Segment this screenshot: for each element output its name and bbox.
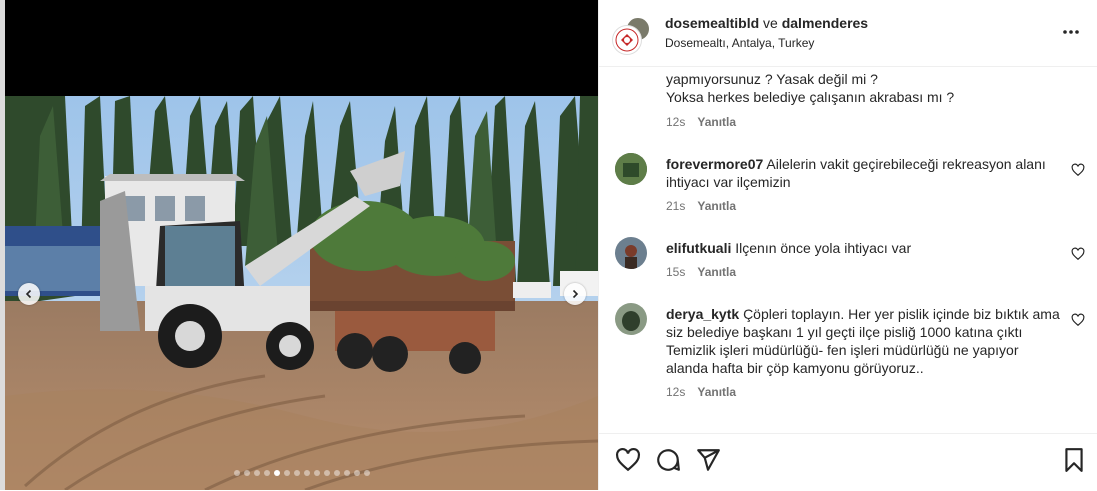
carousel-dot	[283, 470, 290, 476]
chevron-right-icon	[572, 289, 579, 299]
reply-button[interactable]: Yanıtla	[697, 115, 736, 129]
avatar-dosemealtibld[interactable]	[613, 26, 641, 54]
share-icon[interactable]	[695, 447, 721, 473]
comments-panel: dosemealtibld ve dalmenderes Dosemealtı,…	[598, 0, 1097, 490]
carousel-dot	[303, 470, 310, 476]
post-authors: dosemealtibld ve dalmenderes	[665, 15, 868, 31]
heart-icon[interactable]	[1071, 313, 1085, 327]
comment-line: yapmıyorsunuz ? Yasak değil mi ?	[666, 71, 878, 87]
post-media	[5, 0, 598, 490]
post-header: dosemealtibld ve dalmenderes Dosemealtı,…	[599, 0, 1097, 67]
comment-text: yapmıyorsunuz ? Yasak değil mi ? Yoksa h…	[666, 70, 1066, 106]
carousel-dot	[263, 470, 270, 476]
carousel-dot	[333, 470, 340, 476]
comments-list: yapmıyorsunuz ? Yasak değil mi ? Yoksa h…	[599, 67, 1097, 433]
collab-avatars[interactable]	[613, 16, 651, 54]
municipality-logo-icon	[615, 28, 639, 52]
comment-line: Yoksa herkes belediye çalışanın akrabası…	[666, 89, 955, 105]
carousel-dot	[353, 470, 360, 476]
avatar[interactable]	[615, 153, 647, 185]
comment-time[interactable]: 15s	[666, 265, 685, 279]
carousel-dot	[233, 470, 240, 476]
comment-username[interactable]: elifutkuali	[666, 240, 731, 256]
comment-meta: 21s Yanıtla	[666, 199, 736, 213]
reply-button[interactable]: Yanıtla	[697, 385, 736, 399]
comment-username[interactable]: derya_kytk	[666, 306, 739, 322]
comment-meta: 15s Yanıtla	[666, 265, 736, 279]
carousel-prev-button[interactable]	[18, 283, 40, 305]
reply-button[interactable]: Yanıtla	[697, 199, 736, 213]
chevron-left-icon	[25, 289, 32, 299]
avatar[interactable]	[615, 237, 647, 269]
carousel-next-button[interactable]	[564, 283, 586, 305]
post-actions	[599, 433, 1097, 491]
post-photo[interactable]	[5, 96, 598, 490]
comment-time[interactable]: 12s	[666, 115, 685, 129]
carousel-dot	[253, 470, 260, 476]
carousel-dot	[313, 470, 320, 476]
post-location[interactable]: Dosemealtı, Antalya, Turkey	[665, 36, 814, 50]
reply-button[interactable]: Yanıtla	[697, 265, 736, 279]
comment-icon[interactable]	[655, 447, 681, 473]
author-username-1[interactable]: dosemealtibld	[665, 15, 759, 31]
heart-icon[interactable]	[615, 447, 641, 473]
comment-time[interactable]: 12s	[666, 385, 685, 399]
comment-username[interactable]: forevermore07	[666, 156, 763, 172]
avatar[interactable]	[615, 303, 647, 335]
carousel-dot	[293, 470, 300, 476]
carousel-dot	[343, 470, 350, 476]
comment-meta: 12s Yanıtla	[666, 115, 736, 129]
carousel-dots	[5, 470, 598, 476]
carousel-dot	[323, 470, 330, 476]
carousel-dot	[243, 470, 250, 476]
comment-text: derya_kytk Çöpleri toplayın. Her yer pis…	[666, 305, 1061, 377]
comment-time[interactable]: 21s	[666, 199, 685, 213]
carousel-dot	[363, 470, 370, 476]
comment-meta: 12s Yanıtla	[666, 385, 736, 399]
heart-icon[interactable]	[1071, 247, 1085, 261]
save-icon[interactable]	[1061, 447, 1087, 473]
comment-body: Ilçenın önce yola ihtiyacı var	[735, 240, 912, 256]
carousel-dot	[273, 470, 280, 476]
author-username-2[interactable]: dalmenderes	[782, 15, 868, 31]
comment-text: forevermore07 Ailelerin vakit geçirebile…	[666, 155, 1061, 191]
comment-text: elifutkuali Ilçenın önce yola ihtiyacı v…	[666, 239, 1061, 257]
author-connector: ve	[763, 15, 778, 31]
heart-icon[interactable]	[1071, 163, 1085, 177]
more-icon[interactable]	[1061, 22, 1081, 42]
